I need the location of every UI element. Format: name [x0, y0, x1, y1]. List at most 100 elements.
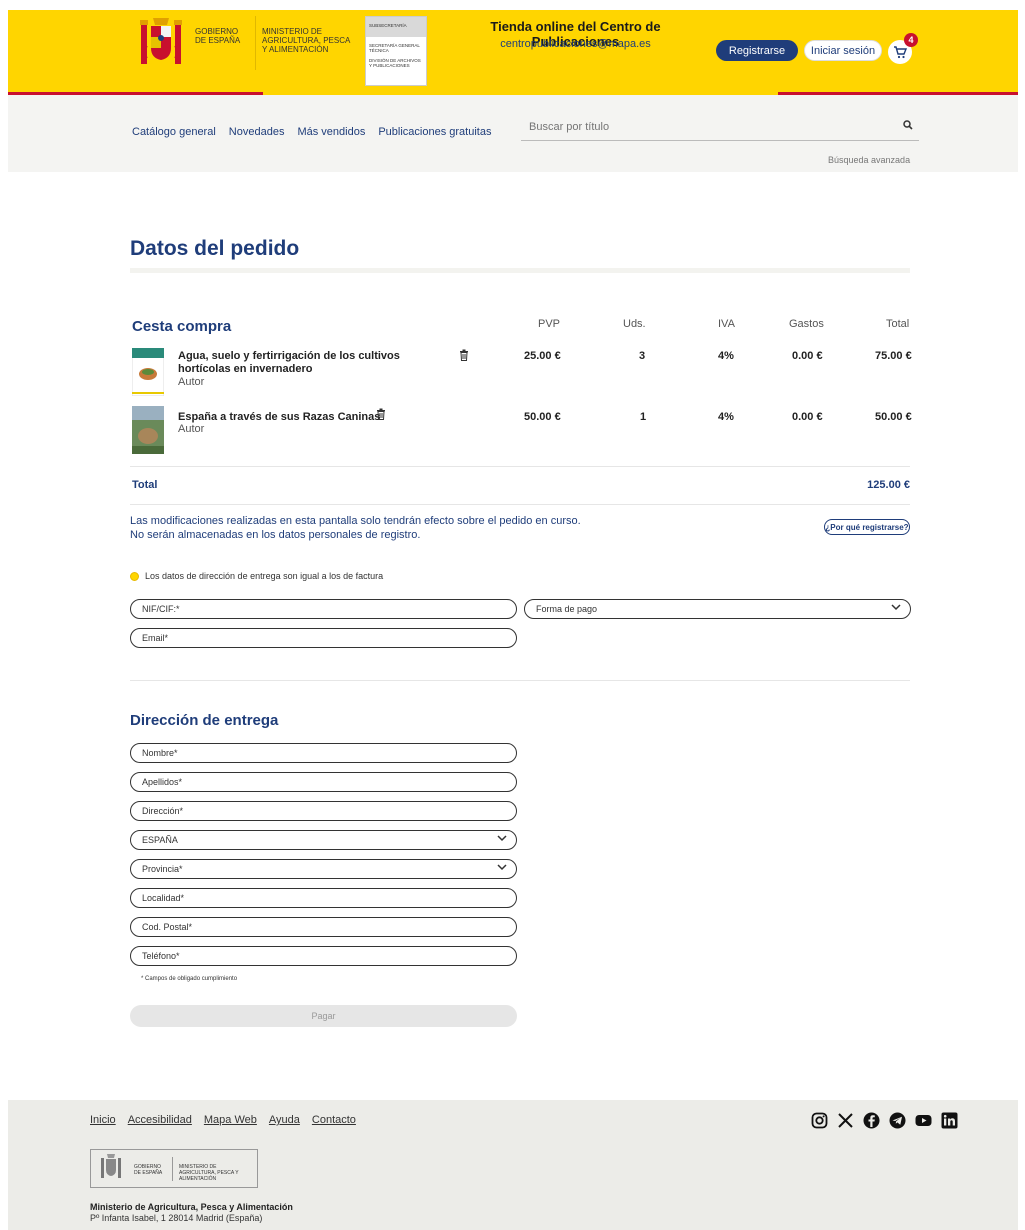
book-cover-image[interactable]	[132, 348, 164, 396]
coat-of-arms-icon	[140, 18, 182, 64]
cart-item-title[interactable]: Agua, suelo y fertirrigación de los cult…	[178, 350, 443, 376]
nav-catalogo[interactable]: Catálogo general	[132, 126, 216, 138]
col-uds: Uds.	[623, 318, 646, 330]
main-nav: Catálogo general Novedades Más vendidos …	[132, 126, 491, 138]
payment-select[interactable]: Forma de pago	[524, 599, 911, 619]
store-email-link[interactable]: centropublicaciones@mapa.es	[448, 38, 703, 50]
cart-item-pvp: 50.00 €	[524, 411, 561, 423]
page-title: Datos del pedido	[130, 237, 300, 260]
same-address-radio[interactable]: Los datos de dirección de entrega son ig…	[130, 571, 383, 581]
nav-gratuitas[interactable]: Publicaciones gratuitas	[378, 126, 491, 138]
cart-divider	[130, 466, 910, 467]
total-divider	[130, 504, 910, 505]
section-divider	[130, 680, 910, 681]
localidad-field[interactable]: Localidad*	[130, 888, 517, 908]
cart-icon	[894, 45, 907, 58]
cart-item-pvp: 25.00 €	[524, 350, 561, 362]
gobierno-text: GOBIERNO DE ESPAÑA	[195, 27, 241, 45]
province-placeholder: Provincia*	[142, 864, 183, 874]
nav-novedades[interactable]: Novedades	[229, 126, 285, 138]
search-box	[521, 117, 919, 141]
subsecretaria-label: SUBSECRETARÍA	[366, 17, 426, 37]
apellidos-field[interactable]: Apellidos*	[130, 772, 517, 792]
footer-logo-gobierno: GOBIERNO DE ESPAÑA	[134, 1164, 163, 1176]
facebook-icon[interactable]	[863, 1112, 880, 1129]
cart-item-author: Autor	[178, 376, 205, 388]
email-field[interactable]: Email*	[130, 628, 517, 648]
required-note: * Campos de obligado cumplimiento	[141, 976, 238, 982]
telegram-icon[interactable]	[889, 1112, 906, 1129]
cart-item-author: Autor	[178, 423, 205, 435]
cart-title: Cesta compra	[132, 318, 232, 335]
trash-icon[interactable]	[459, 349, 469, 364]
register-button[interactable]: Registrarse	[716, 40, 798, 61]
cart-item-uds: 3	[639, 350, 646, 362]
footer-logo-ministerio: MINISTERIO DE AGRICULTURA, PESCA Y ALIME…	[179, 1164, 239, 1182]
col-pvp: PVP	[538, 318, 561, 330]
col-iva: IVA	[718, 318, 735, 330]
notice-line-1: Las modificaciones realizadas en esta pa…	[130, 515, 581, 527]
footer-link-accesibilidad[interactable]: Accesibilidad	[128, 1114, 192, 1126]
same-address-label: Los datos de dirección de entrega son ig…	[145, 571, 384, 581]
cart-item-gastos: 0.00 €	[792, 350, 823, 362]
advanced-search-link[interactable]: Búsqueda avanzada	[828, 155, 910, 165]
pay-button[interactable]: Pagar	[130, 1005, 517, 1027]
footer-logo-separator	[172, 1157, 173, 1181]
footer-org-name: Ministerio de Agricultura, Pesca y Alime…	[90, 1202, 293, 1212]
search-input[interactable]	[521, 117, 891, 137]
province-select[interactable]: Provincia*	[130, 859, 517, 879]
ministerio-text: MINISTERIO DE AGRICULTURA, PESCA Y ALIME…	[262, 27, 350, 54]
cart-item-uds: 1	[640, 411, 647, 423]
phone-field[interactable]: Teléfono*	[130, 946, 517, 966]
division-label: DIVISIÓN DE ARCHIVOS Y PUBLICACIONES	[369, 58, 421, 68]
login-button[interactable]: Iniciar sesión	[804, 40, 882, 61]
cart-item-total: 50.00 €	[875, 411, 912, 423]
nombre-field[interactable]: Nombre*	[130, 743, 517, 763]
cart-item-gastos: 0.00 €	[792, 411, 823, 423]
nombre-placeholder: Nombre*	[142, 748, 178, 758]
chevron-down-icon	[497, 834, 507, 845]
why-register-button[interactable]: ¿Por qué registrarse?	[824, 519, 910, 535]
phone-placeholder: Teléfono*	[142, 951, 180, 961]
social-links	[811, 1112, 958, 1129]
subsecretaria-box: SUBSECRETARÍA SECRETARÍA GENERAL TÉCNICA…	[365, 16, 427, 86]
secretaria-label: SECRETARÍA GENERAL TÉCNICA	[369, 43, 420, 53]
header-separator	[255, 16, 256, 70]
cart-item-title[interactable]: España a través de sus Razas Caninas	[178, 411, 380, 424]
nif-placeholder: NIF/CIF:*	[142, 604, 180, 614]
footer-link-inicio[interactable]: Inicio	[90, 1114, 116, 1126]
trash-icon[interactable]	[376, 408, 386, 423]
col-gastos: Gastos	[789, 318, 824, 330]
title-divider	[130, 268, 910, 273]
linkedin-icon[interactable]	[941, 1112, 958, 1129]
radio-selected-icon[interactable]	[130, 571, 139, 581]
nav-mas-vendidos[interactable]: Más vendidos	[297, 126, 365, 138]
book-cover-image[interactable]	[132, 406, 164, 454]
direccion-placeholder: Dirección*	[142, 806, 184, 816]
youtube-icon[interactable]	[915, 1112, 932, 1129]
email-placeholder: Email*	[142, 633, 169, 643]
search-icon[interactable]	[903, 120, 913, 133]
total-value: 125.00 €	[867, 479, 910, 491]
chevron-down-icon	[891, 603, 901, 614]
x-icon[interactable]	[837, 1112, 854, 1129]
footer-link-contacto[interactable]: Contacto	[312, 1114, 356, 1126]
direccion-field[interactable]: Dirección*	[130, 801, 517, 821]
footer-link-ayuda[interactable]: Ayuda	[269, 1114, 300, 1126]
footer-address: Pº Infanta Isabel, 1 28014 Madrid (Españ…	[90, 1213, 263, 1223]
nav-bar: Catálogo general Novedades Más vendidos …	[8, 95, 1018, 172]
footer: Inicio Accesibilidad Mapa Web Ayuda Cont…	[8, 1100, 1018, 1230]
footer-link-mapa-web[interactable]: Mapa Web	[204, 1114, 257, 1126]
postal-code-field[interactable]: Cod. Postal*	[130, 917, 517, 937]
footer-links: Inicio Accesibilidad Mapa Web Ayuda Cont…	[90, 1114, 356, 1126]
instagram-icon[interactable]	[811, 1112, 828, 1129]
postal-code-placeholder: Cod. Postal*	[142, 922, 193, 932]
col-total: Total	[886, 318, 910, 330]
localidad-placeholder: Localidad*	[142, 893, 185, 903]
notice-text: Las modificaciones realizadas en esta pa…	[130, 514, 581, 542]
cart-item-iva: 4%	[718, 350, 734, 362]
nif-field[interactable]: NIF/CIF:*	[130, 599, 517, 619]
apellidos-placeholder: Apellidos*	[142, 777, 183, 787]
country-value: ESPAÑA	[142, 835, 178, 845]
country-select[interactable]: ESPAÑA	[130, 830, 517, 850]
